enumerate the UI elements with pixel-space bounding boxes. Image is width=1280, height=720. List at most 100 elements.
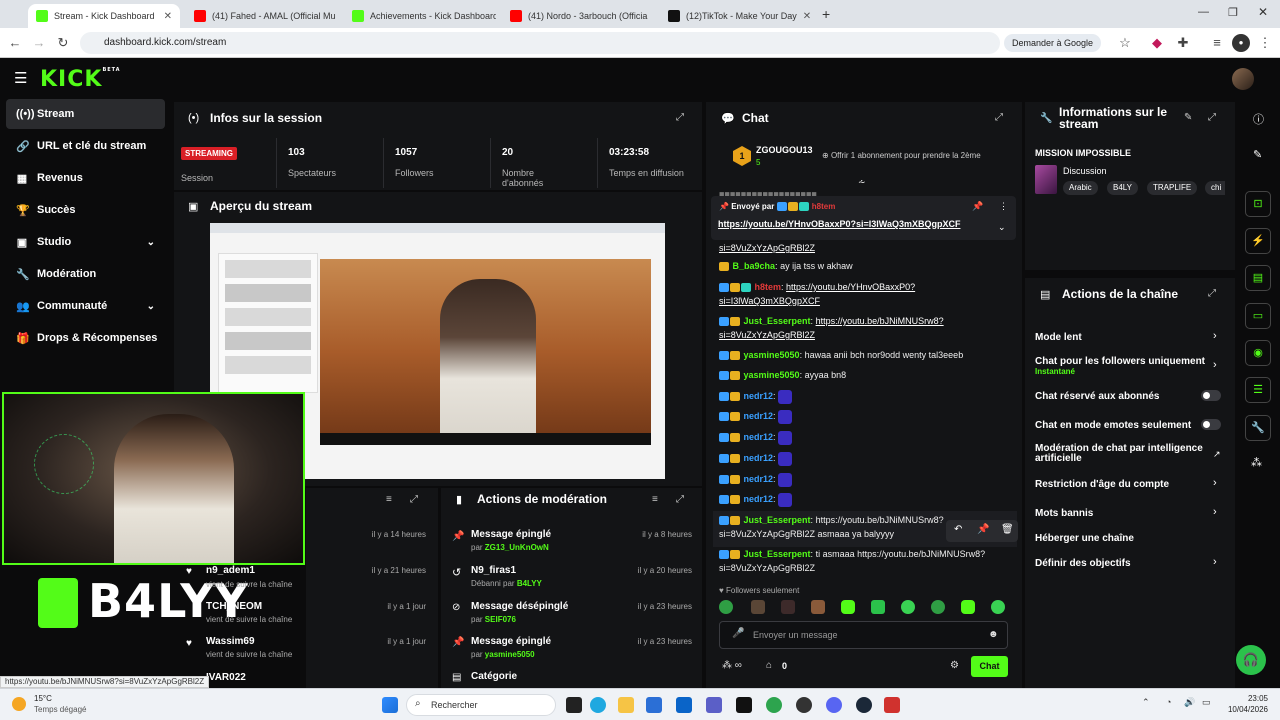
close-tab-icon[interactable]: ✕: [653, 11, 654, 22]
chat-username[interactable]: nedr12: [744, 391, 774, 401]
tab-tiktok[interactable]: (12)TikTok - Make Your Day ✕: [660, 4, 812, 28]
kick-logo[interactable]: KICKBETA: [40, 67, 121, 92]
expand-icon[interactable]: ⤢: [410, 494, 418, 505]
sidebar-item-stream-key[interactable]: 🔗 URL et clé du stream: [6, 131, 165, 161]
gift-sub-prompt[interactable]: ⊕ Offrir 1 abonnement pour prendre la 2è…: [822, 151, 981, 160]
chat-username[interactable]: h8tem: [755, 282, 782, 292]
bolt-icon[interactable]: ⚡: [1245, 228, 1271, 254]
clip-icon[interactable]: ⊡: [1245, 191, 1271, 217]
new-tab-button[interactable]: +: [822, 6, 830, 22]
action-banned-words[interactable]: Mots bannis: [1035, 508, 1093, 519]
chevron-right-icon[interactable]: ›: [1213, 330, 1217, 342]
chat-username[interactable]: Just_Esserpent: [744, 515, 811, 525]
mod-action-user[interactable]: SEIF076: [485, 615, 516, 624]
edit-pencil-icon[interactable]: ✎: [1253, 148, 1262, 161]
extension-icon[interactable]: ◆: [1148, 34, 1166, 52]
chat-username[interactable]: nedr12: [744, 432, 774, 442]
chat-username[interactable]: B_ba9cha: [733, 261, 776, 271]
user-avatar[interactable]: [1232, 68, 1254, 90]
chevron-right-icon[interactable]: ›: [1213, 359, 1217, 371]
reply-icon[interactable]: ↶: [954, 524, 962, 535]
close-tab-icon[interactable]: ✕: [164, 11, 172, 22]
chat-username[interactable]: yasmine5050: [744, 370, 800, 380]
sidebar-item-drops[interactable]: 🎁 Drops & Récompenses: [6, 323, 165, 353]
sidebar-item-studio[interactable]: ▣ Studio ⌄: [6, 227, 165, 257]
chat-username[interactable]: Just_Esserpent: [744, 549, 811, 559]
app-icon[interactable]: [884, 697, 900, 713]
chat-username[interactable]: nedr12: [744, 453, 774, 463]
filter-icon[interactable]: ≡: [652, 494, 658, 505]
expand-icon[interactable]: ⤢: [676, 112, 684, 123]
close-window-icon[interactable]: ✕: [1258, 5, 1268, 19]
emote-icon[interactable]: [811, 600, 825, 614]
wrench-icon[interactable]: 🔧: [1245, 415, 1271, 441]
emote-icon[interactable]: [751, 600, 765, 614]
external-link-icon[interactable]: ↗: [1213, 449, 1221, 460]
action-followers-only[interactable]: Chat pour les followers uniquement: [1035, 356, 1205, 367]
chat-bubble-icon[interactable]: ▭: [1245, 303, 1271, 329]
points-icon[interactable]: ⁂ ∞: [722, 660, 742, 671]
minimize-icon[interactable]: —: [1198, 6, 1209, 18]
url-input[interactable]: dashboard.kick.com/stream: [80, 32, 1000, 54]
support-headset-icon[interactable]: 🎧: [1236, 645, 1266, 675]
emote-icon[interactable]: [841, 600, 855, 614]
share-icon[interactable]: ⁂: [1251, 456, 1262, 469]
video-controls[interactable]: [320, 433, 651, 445]
emotes-only-toggle[interactable]: [1201, 419, 1221, 430]
wifi-icon[interactable]: ◔: [1166, 697, 1171, 707]
hamburger-menu-icon[interactable]: ☰: [14, 69, 27, 87]
sidebar-item-achievements[interactable]: 🏆 Succès: [6, 195, 165, 225]
bookmark-star-icon[interactable]: ☆: [1116, 34, 1134, 52]
broadcast-icon[interactable]: ◉: [1245, 340, 1271, 366]
store-icon[interactable]: [646, 697, 662, 713]
chevron-down-icon[interactable]: ⌄: [998, 222, 1006, 233]
top-gifter-name[interactable]: ZGOUGOU13: [756, 145, 813, 155]
sidebar-item-community[interactable]: 👥 Communauté ⌄: [6, 291, 165, 321]
emote-icon[interactable]: [961, 600, 975, 614]
outlook-icon[interactable]: [676, 697, 692, 713]
pinned-user[interactable]: h8tem: [812, 202, 836, 211]
terminal-icon[interactable]: [736, 697, 752, 713]
mic-icon[interactable]: 🎤: [732, 628, 744, 639]
more-options-icon[interactable]: ⋮: [999, 201, 1008, 212]
emote-icon[interactable]: [781, 600, 795, 614]
expand-icon[interactable]: ⤢: [1208, 112, 1216, 123]
action-set-goals[interactable]: Définir des objectifs: [1035, 558, 1131, 569]
chat-username[interactable]: Just_Esserpent: [744, 316, 811, 326]
sidebar-item-revenue[interactable]: ▦ Revenus: [6, 163, 165, 193]
action-slow-mode[interactable]: Mode lent: [1035, 332, 1082, 343]
chevron-right-icon[interactable]: ›: [1213, 477, 1217, 489]
ask-google-button[interactable]: Demander à Google: [1004, 34, 1102, 52]
tab-youtube-amal[interactable]: (41) Fahed - AMAL (Official Mu ✕: [186, 4, 338, 28]
send-chat-button[interactable]: Chat: [971, 656, 1008, 677]
store-icon[interactable]: ⌂: [766, 660, 772, 671]
reload-icon[interactable]: ↻: [54, 34, 72, 52]
back-icon[interactable]: ←: [6, 34, 24, 52]
sidebar-item-stream[interactable]: ((•)) Stream: [6, 99, 165, 129]
tab-stream-dashboard[interactable]: Stream - Kick Dashboard ✕: [28, 4, 180, 28]
clock-date[interactable]: 10/04/2026: [1216, 705, 1268, 714]
expand-icon[interactable]: ⤢: [676, 494, 684, 505]
maximize-icon[interactable]: ❐: [1228, 6, 1238, 19]
chevron-right-icon[interactable]: ›: [1213, 506, 1217, 518]
emote-icon[interactable]: [719, 600, 733, 614]
windows-start-icon[interactable]: [382, 697, 398, 713]
pinned-link[interactable]: https://youtu.be/YHnvOBaxxP0?si=I3lWaQ3m…: [718, 219, 988, 229]
subscribers-only-toggle[interactable]: [1201, 390, 1221, 401]
tab-youtube-nordo[interactable]: (41) Nordo - 3arbouch (Officia ✕: [502, 4, 654, 28]
edge-icon[interactable]: [590, 697, 606, 713]
mod-action-user[interactable]: ZG13_UnKnOwN: [485, 543, 549, 552]
task-view-icon[interactable]: [566, 697, 582, 713]
emote-icon[interactable]: [991, 600, 1005, 614]
chat-settings-icon[interactable]: ⚙: [950, 660, 959, 671]
clock-time[interactable]: 23:05: [1224, 694, 1268, 703]
close-tab-icon[interactable]: ✕: [803, 11, 811, 22]
action-age-restriction[interactable]: Restriction d'âge du compte: [1035, 479, 1169, 490]
teams-icon[interactable]: [706, 697, 722, 713]
taskbar-search-input[interactable]: ⌕ Rechercher: [406, 694, 556, 716]
mod-action-user[interactable]: B4LYY: [517, 579, 542, 588]
info-icon[interactable]: ⓘ: [1253, 111, 1264, 127]
chat-username[interactable]: nedr12: [744, 474, 774, 484]
emote-icon[interactable]: [901, 600, 915, 614]
discord-icon[interactable]: [826, 697, 842, 713]
